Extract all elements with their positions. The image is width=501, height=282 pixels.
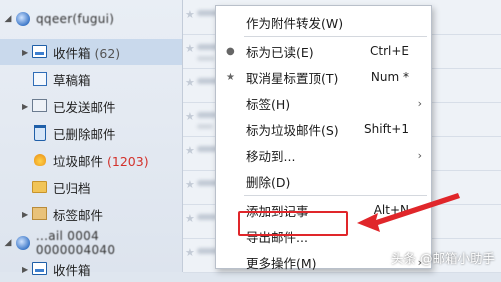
watermark-text: 头条 @邮箱小助手 xyxy=(391,251,495,266)
watermark: 头条 @邮箱小助手 xyxy=(391,248,495,267)
annotation-arrow-icon xyxy=(357,193,460,232)
